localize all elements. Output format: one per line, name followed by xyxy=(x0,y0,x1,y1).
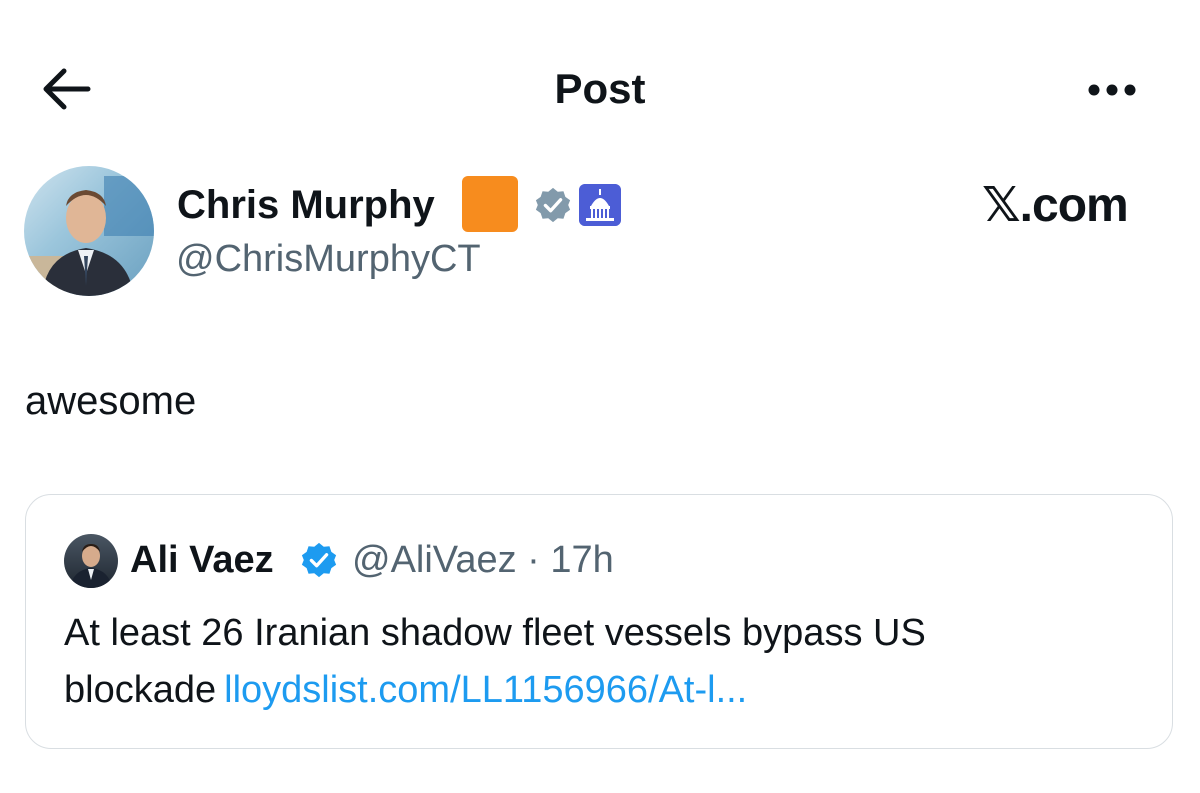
blue-verified-icon[interactable] xyxy=(300,541,338,579)
capitol-building-icon[interactable] xyxy=(579,184,621,226)
post-text: awesome xyxy=(25,379,197,423)
quoted-author-name[interactable]: Ali Vaez xyxy=(130,537,274,583)
author-display-name[interactable]: Chris Murphy xyxy=(177,181,435,229)
quoted-post-text-block: At least 26 Iranian shadow fleet vessels… xyxy=(64,605,1144,719)
author-handle[interactable]: @ChrisMurphyCT xyxy=(176,236,481,282)
gray-verified-icon[interactable] xyxy=(534,186,572,224)
avatar-photo xyxy=(24,176,154,296)
quoted-handle-time: @AliVaez · 17h xyxy=(352,539,614,581)
quoted-post-card[interactable]: Ali Vaez @AliVaez · 17h At least 26 Iran… xyxy=(25,494,1173,749)
quoted-author-avatar[interactable] xyxy=(64,534,118,588)
quoted-avatar-photo xyxy=(70,544,112,588)
more-options-button[interactable] xyxy=(1082,74,1142,106)
top-bar: Post xyxy=(0,0,1200,170)
page-title: Post xyxy=(554,65,646,112)
orange-square-emoji xyxy=(462,176,518,232)
author-avatar[interactable] xyxy=(24,166,154,296)
quoted-post-link[interactable]: lloydslist.com/LL1156966/At-l... xyxy=(224,669,747,711)
x-com-logo: 𝕏.com xyxy=(982,179,1129,232)
more-horizontal-icon xyxy=(1088,84,1136,96)
